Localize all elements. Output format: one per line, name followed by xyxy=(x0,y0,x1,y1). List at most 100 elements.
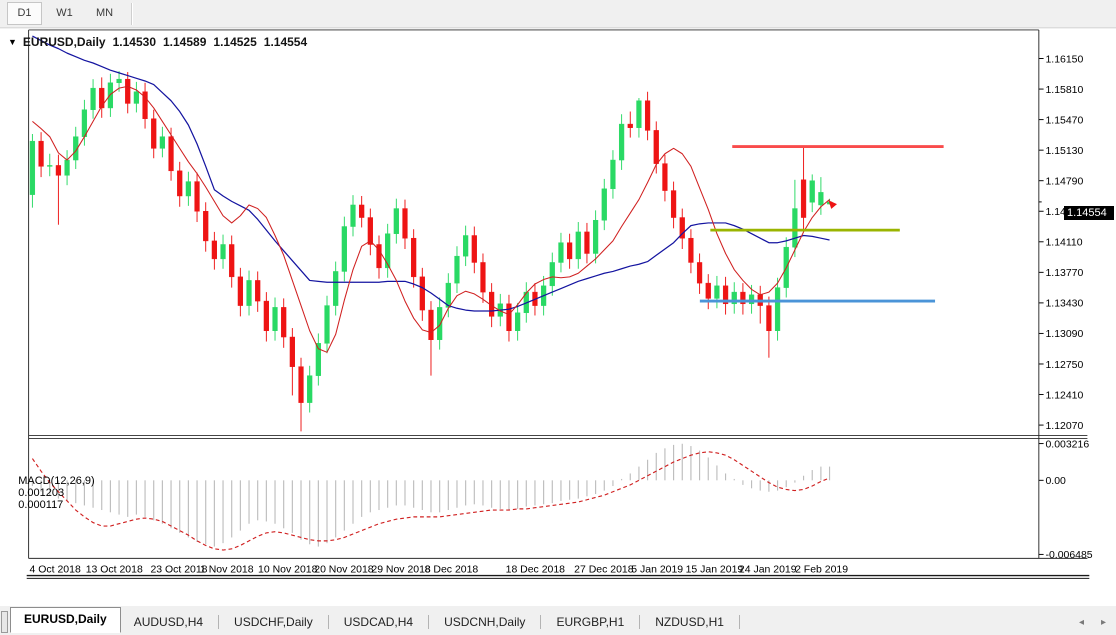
tab-strip-edge xyxy=(1,611,8,633)
candle-body xyxy=(333,271,339,306)
candle-body xyxy=(229,244,235,278)
candle-body xyxy=(289,336,295,367)
candle-body xyxy=(107,82,114,109)
timeframe-button-d1[interactable]: D1 xyxy=(7,2,42,25)
candle-body xyxy=(350,204,356,227)
price-axis-label: 1.13430 xyxy=(1045,299,1083,310)
date-axis-label: 18 Dec 2018 xyxy=(506,565,566,576)
candle-body xyxy=(506,303,512,331)
price-axis-label: 1.14110 xyxy=(1045,238,1082,249)
candle-body xyxy=(670,190,677,218)
candle-body xyxy=(774,287,781,331)
date-axis-label: 24 Jan 2019 xyxy=(739,565,797,576)
date-axis-label: 13 Oct 2018 xyxy=(86,565,143,576)
date-axis-label: 15 Jan 2019 xyxy=(686,565,744,576)
chart-title: ▼ EURUSD,Daily 1.14530 1.14589 1.14525 1… xyxy=(8,35,307,49)
macd-signal-value: 0.000117 xyxy=(18,499,64,511)
chart-tab-audusd-h4[interactable]: AUDUSD,H4 xyxy=(121,611,216,633)
candle-body xyxy=(359,204,365,218)
candle-body xyxy=(194,181,200,212)
date-axis-label: 10 Nov 2018 xyxy=(258,565,318,576)
candle-body xyxy=(168,136,174,172)
candle-body xyxy=(203,211,209,242)
candle-body xyxy=(800,179,807,218)
candle-body xyxy=(385,233,391,269)
candle-body xyxy=(185,181,191,197)
macd-axis-label: -0.006485 xyxy=(1045,550,1092,561)
price-axis-label: 1.13090 xyxy=(1045,329,1083,340)
tab-scroll-controls: ◂ ▸ xyxy=(1079,617,1106,628)
candle-body xyxy=(419,276,425,311)
candle-body xyxy=(437,307,443,340)
timeframe-toolbar: D1 W1 MN xyxy=(0,0,1116,28)
candle-body xyxy=(480,262,486,293)
candle-body xyxy=(627,123,633,128)
candle-body xyxy=(411,237,417,278)
candle-body xyxy=(177,170,183,197)
candle-body xyxy=(463,235,469,257)
candle-body xyxy=(272,307,278,331)
chart-window: 1.161501.158101.154701.151301.147901.144… xyxy=(0,29,1116,606)
date-axis-label: 5 Jan 2019 xyxy=(631,565,683,576)
chart-tab-usdchf-daily[interactable]: USDCHF,Daily xyxy=(221,611,326,633)
chart-tab-usdcnh-daily[interactable]: USDCNH,Daily xyxy=(431,611,538,633)
candle-body xyxy=(151,118,157,149)
candle-body xyxy=(705,282,711,299)
candle-body xyxy=(454,255,460,284)
chart-tabs: EURUSD,Daily AUDUSD,H4 USDCHF,Daily USDCAD,… xyxy=(10,607,742,633)
tab-scroll-left-icon[interactable]: ◂ xyxy=(1079,617,1084,628)
candle-body xyxy=(515,312,521,331)
symbol-dropdown-icon[interactable]: ▼ xyxy=(8,37,17,47)
price-axis-label: 1.13770 xyxy=(1045,268,1083,279)
candle-body xyxy=(818,192,824,206)
price-axis-label: 1.15810 xyxy=(1045,85,1083,96)
ohlc-open: 1.14530 xyxy=(112,35,156,49)
candle-body xyxy=(55,165,62,176)
tab-scroll-right-icon[interactable]: ▸ xyxy=(1101,617,1106,628)
candle-body xyxy=(428,309,434,340)
candle-body xyxy=(601,188,607,221)
candle-body xyxy=(792,208,798,248)
chart-tab-nzdusd-h1[interactable]: NZDUSD,H1 xyxy=(642,611,737,633)
candle-body xyxy=(575,231,581,260)
ma-slow-line xyxy=(32,35,830,312)
price-axis-label: 1.15470 xyxy=(1045,115,1083,126)
candle-body xyxy=(81,109,88,137)
chart-tab-usdcad-h4[interactable]: USDCAD,H4 xyxy=(331,611,426,633)
candle-body xyxy=(298,366,304,403)
chart-tab-bar: EURUSD,Daily AUDUSD,H4 USDCHF,Daily USDCAD,… xyxy=(0,606,1116,635)
candle-body xyxy=(696,262,703,284)
chart-tab-eurusd-daily[interactable]: EURUSD,Daily xyxy=(10,607,121,633)
candle-body xyxy=(263,300,269,331)
candle-body xyxy=(237,276,243,306)
candle-body xyxy=(125,78,131,104)
candle-body xyxy=(584,231,590,254)
timeframe-button-mn[interactable]: MN xyxy=(87,2,122,25)
date-axis-label: 8 Dec 2018 xyxy=(425,565,479,576)
chart-tab-eurgbp-h1[interactable]: EURGBP,H1 xyxy=(543,611,637,633)
candle-body xyxy=(255,280,261,302)
candle-body xyxy=(618,123,625,161)
candle-body xyxy=(211,240,217,260)
date-axis-label: 20 Nov 2018 xyxy=(314,565,374,576)
candle-body xyxy=(549,262,555,287)
timeframe-button-w1[interactable]: W1 xyxy=(47,2,82,25)
price-axis-label: 1.16150 xyxy=(1045,54,1083,65)
price-axis-label: 1.14790 xyxy=(1045,177,1083,188)
chart-canvas[interactable]: 1.161501.158101.154701.151301.147901.144… xyxy=(0,29,1116,606)
candle-body xyxy=(402,208,408,239)
candle-body xyxy=(592,219,599,254)
candle-body xyxy=(47,165,53,167)
price-axis-label: 1.15130 xyxy=(1045,146,1083,157)
candle-body xyxy=(714,285,720,299)
candle-body xyxy=(116,78,122,84)
candle-body xyxy=(636,100,642,128)
candle-body xyxy=(307,375,313,403)
date-axis-label: 1 Nov 2018 xyxy=(200,565,254,576)
date-axis-label: 2 Feb 2019 xyxy=(795,565,848,576)
candle-body xyxy=(558,242,564,263)
date-axis-label: 27 Dec 2018 xyxy=(574,565,634,576)
candle-body xyxy=(688,237,694,263)
tab-separator xyxy=(428,615,430,629)
candle-body xyxy=(246,280,252,306)
